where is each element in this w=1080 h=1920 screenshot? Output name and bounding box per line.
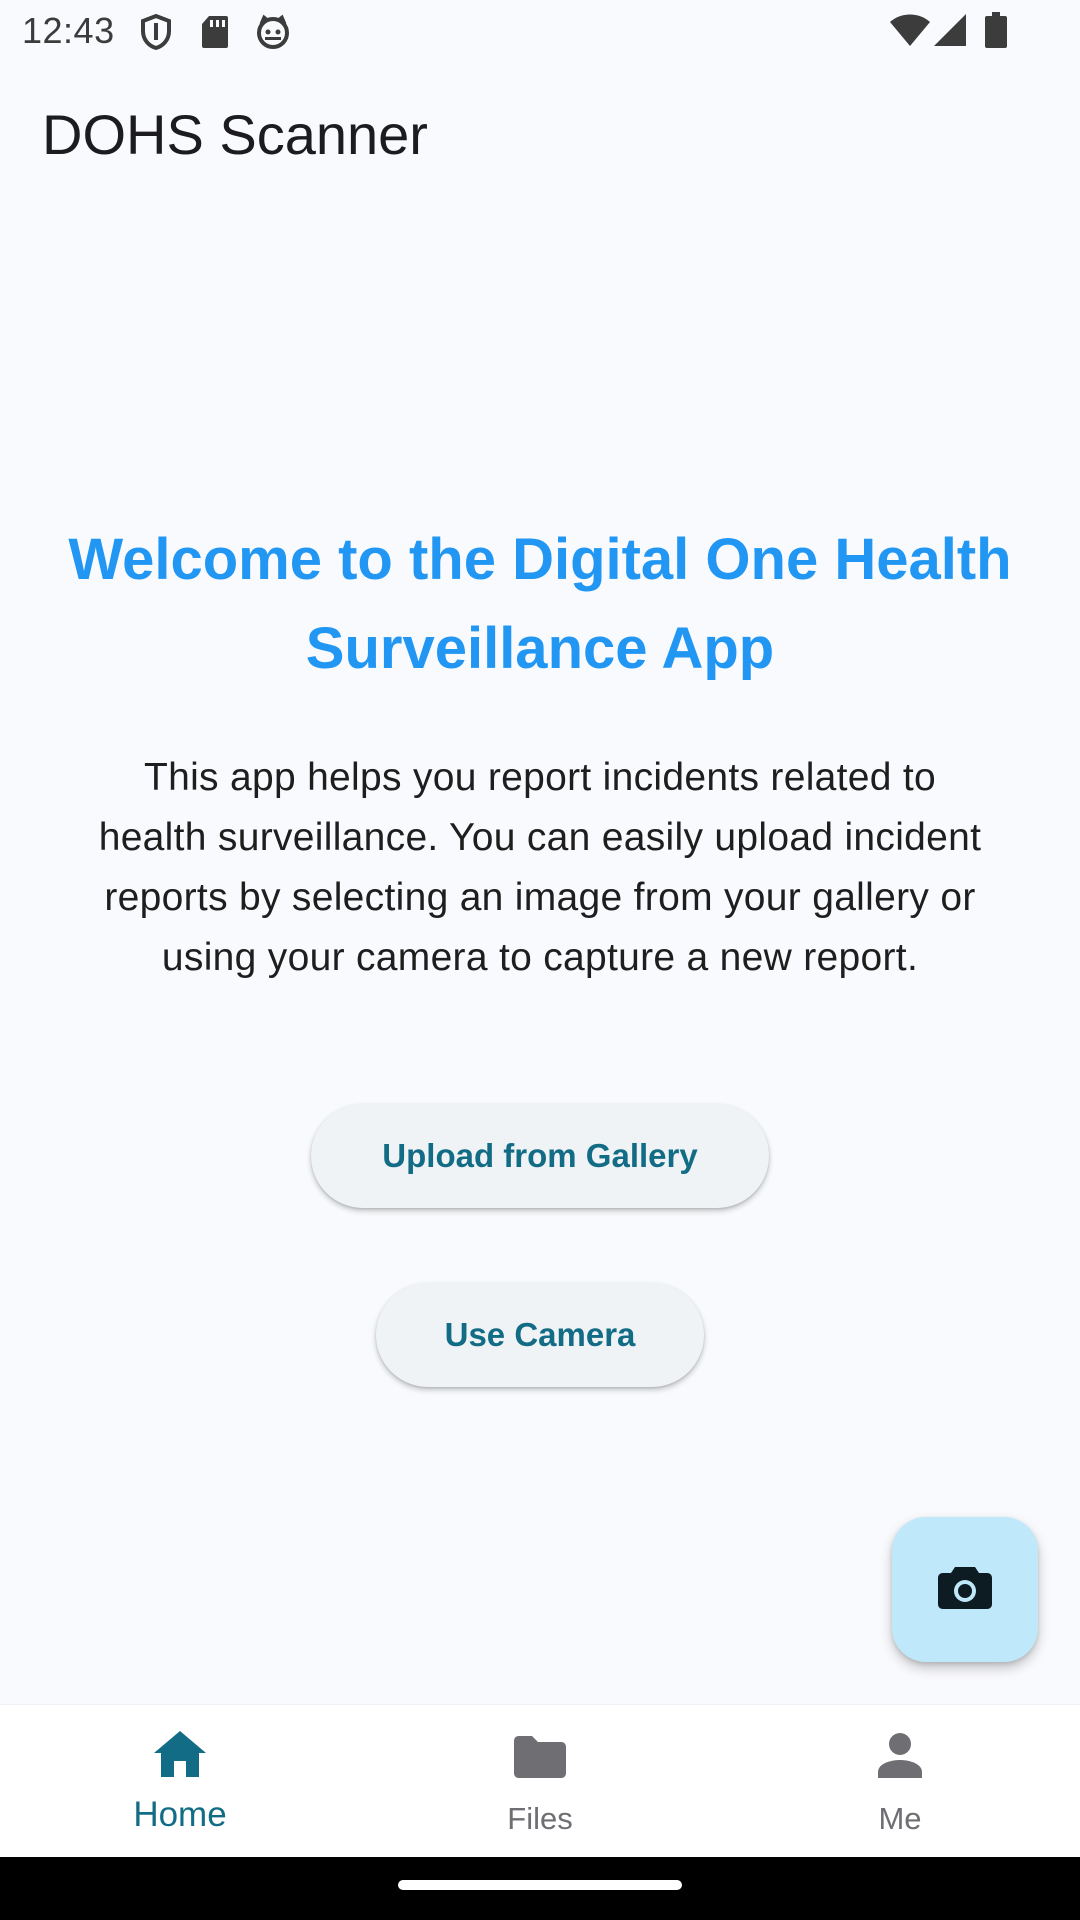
status-bar: 12:43: [0, 0, 1080, 64]
shield-icon: [140, 13, 172, 55]
description-line: reports by selecting an image from your …: [104, 876, 976, 919]
description-line: This app helps you report incidents rela…: [143, 756, 937, 799]
description-line: using your camera to capture a new repor…: [161, 936, 919, 979]
use-camera-button[interactable]: Use Camera: [376, 1283, 704, 1387]
nav-item-files[interactable]: Files: [360, 1705, 720, 1858]
upload-from-gallery-button[interactable]: Upload from Gallery: [311, 1104, 769, 1208]
gesture-handle[interactable]: [398, 1880, 682, 1890]
system-navigation-bar: [0, 1857, 1080, 1920]
nav-label-me: Me: [878, 1801, 922, 1836]
status-time: 12:43: [22, 10, 115, 51]
bottom-navigation: Home Files Me: [0, 1704, 1080, 1858]
person-icon: [876, 1732, 924, 1785]
camera-icon: [937, 1563, 993, 1616]
app-screen: 12:43 DOHS Scanner Welcome to the Digita…: [0, 0, 1080, 1920]
battery-icon: [985, 12, 1007, 53]
welcome-heading: Welcome to the Digital One Health Survei…: [30, 515, 1050, 693]
nav-item-home[interactable]: Home: [0, 1705, 360, 1858]
signal-icon: [934, 14, 966, 51]
cat-face-icon: [255, 14, 291, 55]
nav-label-home: Home: [133, 1795, 227, 1834]
app-description: This app helps you report incidents rela…: [40, 748, 1040, 988]
camera-fab-button[interactable]: [892, 1517, 1038, 1662]
welcome-heading-line: Surveillance App: [305, 616, 775, 681]
app-title: DOHS Scanner: [42, 103, 428, 166]
wifi-icon: [890, 14, 930, 51]
welcome-heading-line: Welcome to the Digital One Health: [68, 527, 1012, 592]
nav-label-files: Files: [507, 1801, 573, 1836]
description-line: health surveillance. You can easily uplo…: [98, 816, 982, 859]
sd-card-icon: [200, 14, 230, 55]
folder-icon: [512, 1735, 568, 1784]
nav-item-me[interactable]: Me: [720, 1705, 1080, 1858]
home-icon: [152, 1729, 208, 1784]
